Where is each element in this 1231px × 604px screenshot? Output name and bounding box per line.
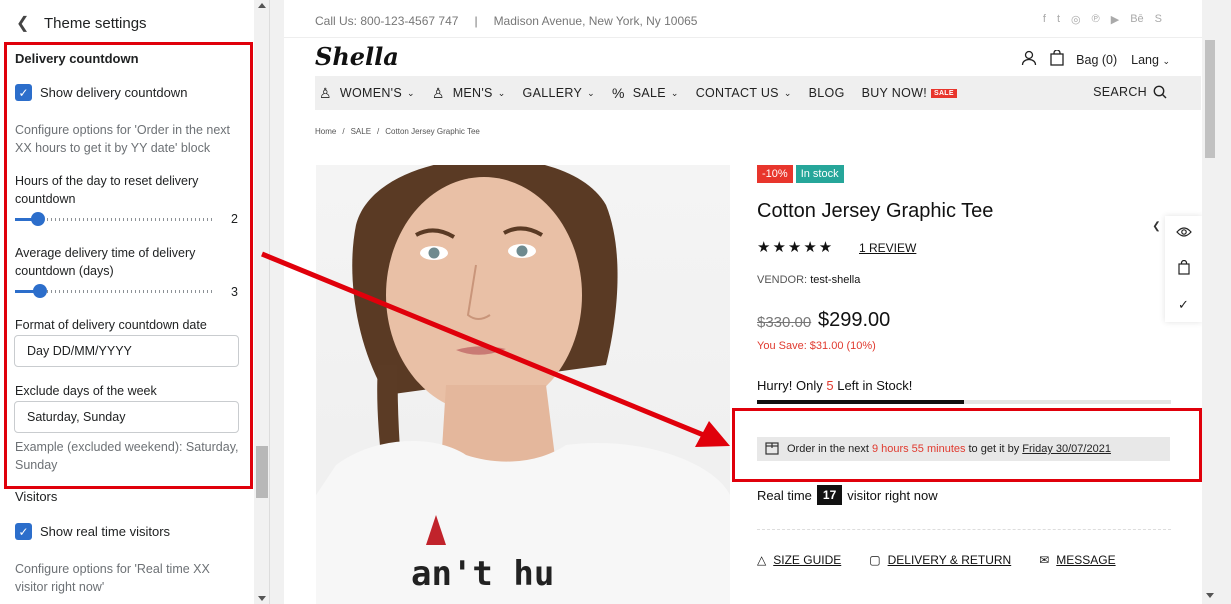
scroll-down-icon[interactable] [1206,593,1214,598]
vendor-name[interactable]: test-shella [810,274,860,286]
chevron-down-icon: ⌄ [497,87,506,98]
product-badges: -10% In stock [757,165,844,183]
realtime-visitors: Real time 17 visitor right now [757,485,938,505]
checkmark-icon: ✓ [15,523,32,540]
nav-item-contact[interactable]: CONTACT US ⌄ [696,86,792,100]
review-link[interactable]: 1 REVIEW [859,241,916,255]
show-realtime-visitors-checkbox[interactable]: ✓ Show real time visitors [15,523,170,540]
nav-item-womens[interactable]: ♙ WOMEN'S ⌄ [319,85,415,102]
nav-item-mens[interactable]: ♙ MEN'S ⌄ [432,85,506,102]
svg-text:an't hu: an't hu [411,554,554,594]
mail-icon: ✉ [1039,553,1050,567]
skype-icon[interactable]: S [1155,13,1162,26]
behance-icon[interactable]: Bē [1130,13,1143,26]
visitor-count: 17 [816,485,843,505]
size-guide-link[interactable]: △ SIZE GUIDE [757,553,841,567]
top-info-bar: Call Us: 800-123-4567 747 | Madison Aven… [315,14,697,28]
truck-icon: ▢ [869,553,881,567]
nav-item-blog[interactable]: BLOG [809,86,845,100]
preview-scrollbar[interactable] [1202,0,1218,604]
phone-text: Call Us: 800-123-4567 747 [315,14,459,28]
side-tools: ✓ [1165,216,1202,322]
breadcrumb-sale[interactable]: SALE [351,127,371,136]
nav-item-sale[interactable]: % SALE ⌄ [612,85,679,101]
vendor-line: VENDOR: test-shella [757,274,860,286]
highlight-box-settings [4,42,253,489]
panel-title: Theme settings [44,14,147,32]
percent-icon: % [611,85,625,101]
scroll-up-icon[interactable] [258,3,266,8]
man-icon: ♙ [431,84,445,101]
lang-selector[interactable]: Lang ⌄ [1131,53,1170,67]
stock-progress-fill [757,400,964,404]
chevron-down-icon: ⌄ [1162,56,1170,66]
discount-badge: -10% [757,165,793,183]
product-title: Cotton Jersey Graphic Tee [757,200,994,222]
delivery-return-link[interactable]: ▢ DELIVERY & RETURN [869,553,1011,567]
panel-scrollbar[interactable] [254,0,269,604]
eye-icon[interactable] [1175,226,1192,241]
header-actions: Bag (0) Lang ⌄ [1020,49,1170,70]
back-chevron-icon[interactable]: ❮ [16,13,38,33]
user-icon[interactable] [1020,50,1038,70]
side-tools-toggle[interactable]: ❮ [1148,216,1165,236]
theme-settings-panel: ❮ Theme settings Delivery countdown ✓ Sh… [0,0,270,604]
storefront-preview: Call Us: 800-123-4567 747 | Madison Aven… [284,0,1202,604]
product-image[interactable]: an't hu [316,165,730,604]
chevron-down-icon: ⌄ [670,87,679,98]
breadcrumb-current: Cotton Jersey Graphic Tee [385,127,480,136]
hanger-icon: △ [757,553,767,567]
price: $299.00 [818,309,891,331]
product-photo-illustration: an't hu [316,165,730,604]
social-links: f t ◎ ℗ ▶ Bē S [1043,13,1162,26]
bag-icon[interactable] [1177,259,1190,278]
lang-label: Lang [1131,53,1159,67]
savings-text: You Save: $31.00 (10%) [757,340,876,352]
store-logo[interactable]: Shella [315,42,399,71]
scrollbar-thumb[interactable] [256,446,268,498]
sale-badge: SALE [930,88,957,98]
address-text: Madison Avenue, New York, Ny 10065 [493,14,698,28]
instagram-icon[interactable]: ◎ [1071,13,1081,26]
stock-progress-bar [757,400,1171,404]
pinterest-icon[interactable]: ℗ [1092,13,1100,26]
facebook-icon[interactable]: f [1043,13,1046,26]
breadcrumb-home[interactable]: Home [315,127,336,136]
bag-icon[interactable] [1048,49,1066,70]
nav-item-gallery[interactable]: GALLERY ⌄ [523,86,595,100]
visitors-section-title: Visitors [15,489,58,504]
breadcrumb: Home / SALE / Cotton Jersey Graphic Tee [315,127,480,136]
bag-label[interactable]: Bag (0) [1076,53,1117,67]
search-button[interactable]: SEARCH [1093,85,1167,99]
scrollbar-thumb[interactable] [1205,40,1215,158]
youtube-icon[interactable]: ▶ [1111,13,1119,26]
product-links: △ SIZE GUIDE ▢ DELIVERY & RETURN ✉ MESSAGE [757,553,1116,567]
scroll-down-icon[interactable] [258,596,266,601]
visitors-help-text: Configure options for 'Real time XX visi… [15,562,210,594]
in-stock-badge: In stock [795,165,844,183]
separator: | [474,14,478,28]
rating-stars: ★★★★★ [757,239,835,256]
check-icon[interactable]: ✓ [1178,297,1189,313]
twitter-icon[interactable]: t [1057,13,1060,26]
show-realtime-visitors-label: Show real time visitors [40,524,171,539]
message-link[interactable]: ✉ MESSAGE [1039,553,1115,567]
chevron-down-icon: ⌄ [783,87,792,98]
chevron-down-icon: ⌄ [406,87,415,98]
woman-icon: ♙ [319,84,332,101]
compare-price: $330.00 [757,314,812,331]
main-nav: ♙ WOMEN'S ⌄ ♙ MEN'S ⌄ GALLERY ⌄ % SALE ⌄… [315,76,1201,110]
chevron-down-icon: ⌄ [587,87,595,98]
highlight-box-preview [732,408,1202,482]
nav-item-buy-now[interactable]: BUY NOW! SALE [862,86,957,100]
panel-header: ❮ Theme settings [0,0,254,46]
vendor-label: VENDOR: [757,274,808,286]
search-icon [1153,85,1167,99]
stock-countdown-text: Hurry! Only 5 Left in Stock! [757,378,913,393]
